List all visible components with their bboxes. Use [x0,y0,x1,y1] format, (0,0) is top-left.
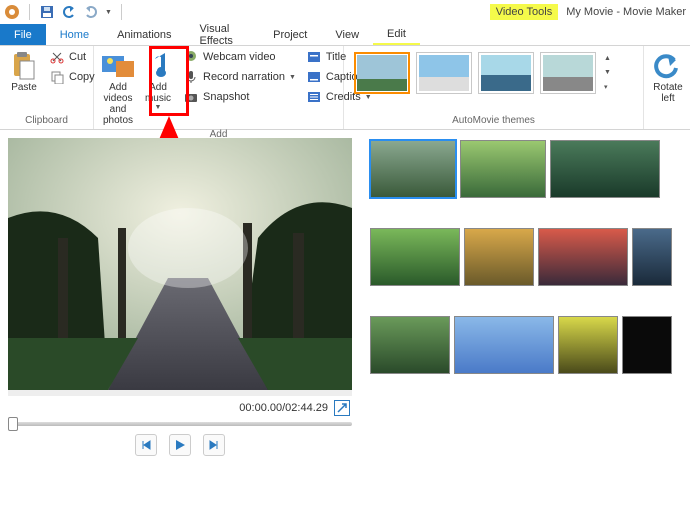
time-display: 00:00.00/02:44.29 [239,402,328,414]
title-label: Title [326,51,346,63]
theme-item[interactable] [354,52,410,94]
rotate-left-label: Rotate left [652,82,684,104]
preview-pane [8,138,352,390]
paste-button[interactable]: Paste [6,48,42,95]
camera-icon [183,89,199,105]
add-music-label: Add music [142,82,174,104]
redo-icon[interactable] [83,4,99,20]
tab-animations[interactable]: Animations [103,24,185,45]
record-label: Record narration [203,71,285,83]
scroll-up-icon[interactable]: ▲ [604,55,611,62]
add-videos-icon [102,50,134,82]
tab-edit[interactable]: Edit [373,24,420,45]
seek-thumb[interactable] [8,417,18,431]
clip-item[interactable] [558,316,618,374]
snapshot-button[interactable]: Snapshot [180,88,299,106]
copy-icon [49,69,65,85]
tab-visual-effects[interactable]: Visual Effects [186,24,260,45]
clip-item[interactable] [370,140,456,198]
add-music-button[interactable]: Add music ▼ [140,48,176,113]
clipboard-group-label: Clipboard [6,114,87,127]
theme-item[interactable] [478,52,534,94]
dropdown-icon: ▼ [365,94,372,101]
scroll-down-icon[interactable]: ▼ [604,69,611,76]
title-icon [306,49,322,65]
app-icon [4,4,20,20]
webcam-label: Webcam video [203,51,276,63]
copy-label: Copy [69,71,95,83]
fullscreen-button[interactable] [334,400,350,416]
dropdown-icon: ▼ [289,74,296,81]
dropdown-icon: ▼ [155,104,162,111]
tab-file[interactable]: File [0,24,46,45]
caption-icon [306,69,322,85]
tab-project[interactable]: Project [259,24,321,45]
clip-item[interactable] [550,140,660,198]
next-frame-button[interactable] [203,434,225,456]
clip-item[interactable] [370,316,450,374]
window-title: My Movie - Movie Maker [566,4,686,18]
clip-item[interactable] [464,228,534,286]
clip-item[interactable] [370,228,460,286]
paste-icon [8,50,40,82]
prev-frame-button[interactable] [135,434,157,456]
storyboard-pane[interactable] [360,130,690,506]
snapshot-label: Snapshot [203,91,249,103]
contextual-tab-group: Video Tools [490,4,558,20]
qat-dropdown-icon[interactable]: ▼ [105,9,112,16]
clip-item[interactable] [454,316,554,374]
add-videos-label: Add videos and photos [102,82,134,126]
webcam-button[interactable]: Webcam video [180,48,299,66]
clip-item[interactable] [460,140,546,198]
clip-item[interactable] [632,228,672,286]
webcam-icon [183,49,199,65]
add-videos-button[interactable]: Add videos and photos [100,48,136,128]
record-narration-button[interactable]: Record narration ▼ [180,68,299,86]
cut-icon [49,49,65,65]
music-note-icon [142,50,174,82]
rotate-left-button[interactable]: Rotate left [650,48,686,106]
clip-item[interactable] [622,316,672,374]
copy-button[interactable]: Copy [46,68,98,86]
save-icon[interactable] [39,4,55,20]
rotate-left-icon [652,50,684,82]
paste-label: Paste [11,82,37,93]
theme-item[interactable] [416,52,472,94]
undo-icon[interactable] [61,4,77,20]
theme-item[interactable] [540,52,596,94]
play-button[interactable] [169,434,191,456]
credits-icon [306,89,322,105]
video-tools-label: Video Tools [496,6,552,18]
expand-icon[interactable]: ▾ [604,83,611,91]
tab-home[interactable]: Home [46,24,103,45]
tab-view[interactable]: View [321,24,373,45]
themes-group-label: AutoMovie themes [350,114,637,127]
seek-bar[interactable] [8,420,352,428]
mic-icon [183,69,199,85]
cut-button[interactable]: Cut [46,48,98,66]
clip-item[interactable] [538,228,628,286]
cut-label: Cut [69,51,86,63]
